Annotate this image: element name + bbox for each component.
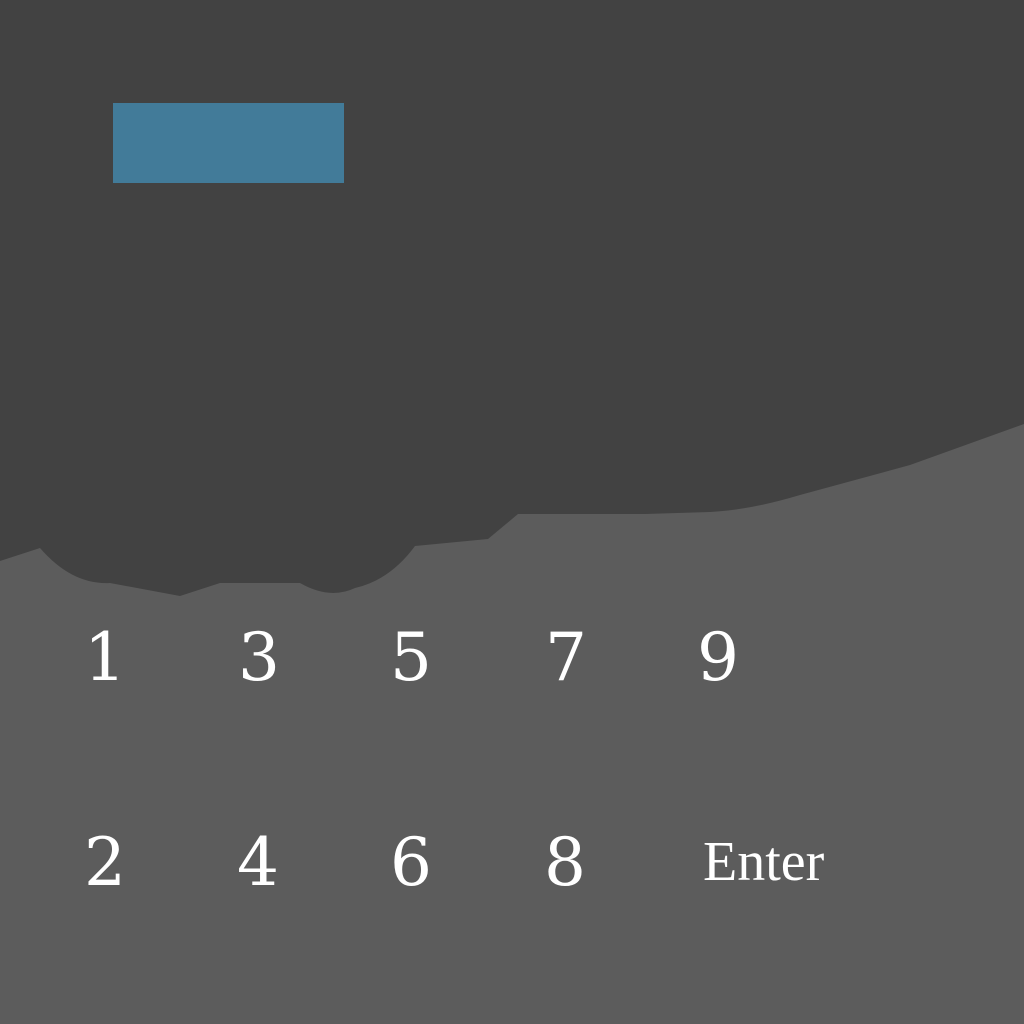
terrain-ground [0, 424, 1024, 1024]
key-9[interactable]: 9 [697, 625, 739, 691]
key-2[interactable]: 2 [84, 830, 126, 896]
key-1[interactable]: 1 [84, 625, 126, 691]
key-6[interactable]: 6 [390, 830, 432, 896]
game-screen: 1 3 5 7 9 2 4 6 8 Enter [0, 0, 1024, 1024]
key-8[interactable]: 8 [544, 830, 586, 896]
key-3[interactable]: 3 [238, 625, 280, 691]
enter-button[interactable]: Enter [703, 834, 824, 890]
key-4[interactable]: 4 [237, 830, 279, 896]
key-7[interactable]: 7 [545, 625, 587, 691]
key-5[interactable]: 5 [390, 625, 432, 691]
answer-display [113, 103, 344, 183]
